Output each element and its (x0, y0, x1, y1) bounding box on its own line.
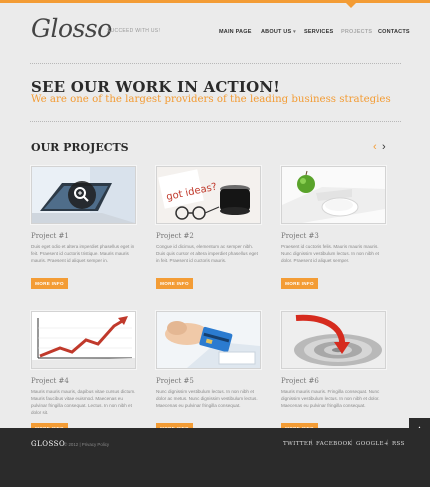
nav-about-us[interactable]: ABOUT US ▾ (261, 29, 296, 35)
carousel-next-icon[interactable]: › (382, 141, 386, 153)
footer-separator: | (351, 440, 353, 446)
nav-projects[interactable]: PROJECTS (341, 29, 372, 35)
footer (0, 428, 430, 487)
site-tagline: SUCCEED WITH US! (107, 28, 161, 34)
project-description: Mauris mauris mauris. Fringilla consequa… (281, 389, 380, 408)
nav-main-page[interactable]: MAIN PAGE (219, 29, 252, 35)
footer-separator: | (311, 440, 313, 446)
project-image-chart[interactable] (31, 311, 136, 369)
carousel-prev-icon[interactable]: ‹ (373, 141, 377, 153)
top-accent-bar (0, 0, 430, 3)
project-title[interactable]: Project #6 (281, 377, 319, 385)
nav-services[interactable]: SERVICES (304, 29, 333, 35)
project-description: Congue id dicimus, elementum ac semper n… (156, 244, 258, 263)
project-description: Mauris mauris mauris, dapibus vitae curs… (31, 389, 136, 415)
nav-contacts[interactable]: CONTACTS (378, 29, 410, 35)
footer-link-rss[interactable]: RSS (392, 441, 405, 447)
project-title[interactable]: Project #5 (156, 377, 194, 385)
project-image-laptop[interactable] (31, 166, 136, 224)
project-image-coffee[interactable]: got ideas? (156, 166, 261, 224)
more-info-button[interactable]: MORE INFO (31, 278, 68, 289)
project-description: Nunc dignissim vestibulum lectus. In non… (156, 389, 258, 408)
more-info-button[interactable]: MORE INFO (156, 278, 193, 289)
project-title[interactable]: Project #1 (31, 232, 69, 240)
footer-link-twitter[interactable]: TWITTER (283, 441, 313, 447)
more-info-button[interactable]: MORE INFO (281, 278, 318, 289)
hero-subtitle: We are one of the largest providers of t… (31, 94, 391, 105)
footer-link-facebook[interactable]: FACEBOOK (316, 441, 352, 447)
active-nav-marker (346, 3, 356, 8)
chevron-down-icon: ▾ (293, 29, 296, 35)
footer-separator: | (387, 440, 389, 446)
footer-copyright[interactable]: © 2012 | Privacy Policy (64, 442, 109, 447)
project-image-target[interactable] (281, 311, 386, 369)
site-logo[interactable]: Glosso (31, 14, 112, 43)
footer-logo[interactable]: GLOSSO (31, 440, 65, 448)
footer-link-googleplus[interactable]: GOOGLE+ (356, 441, 389, 447)
section-title: OUR PROJECTS (31, 141, 129, 154)
project-title[interactable]: Project #3 (281, 232, 319, 240)
project-image-apple[interactable] (281, 166, 386, 224)
project-description: Praesent id cuctoris felis. Mauris mauri… (281, 244, 380, 263)
project-title[interactable]: Project #2 (156, 232, 194, 240)
project-image-card[interactable] (156, 311, 261, 369)
divider (30, 63, 401, 64)
nav-about-us-label: ABOUT US (261, 29, 292, 35)
project-description: Duis eget odio et altera imperdiet phase… (31, 244, 135, 263)
project-title[interactable]: Project #4 (31, 377, 69, 385)
divider (30, 121, 401, 122)
